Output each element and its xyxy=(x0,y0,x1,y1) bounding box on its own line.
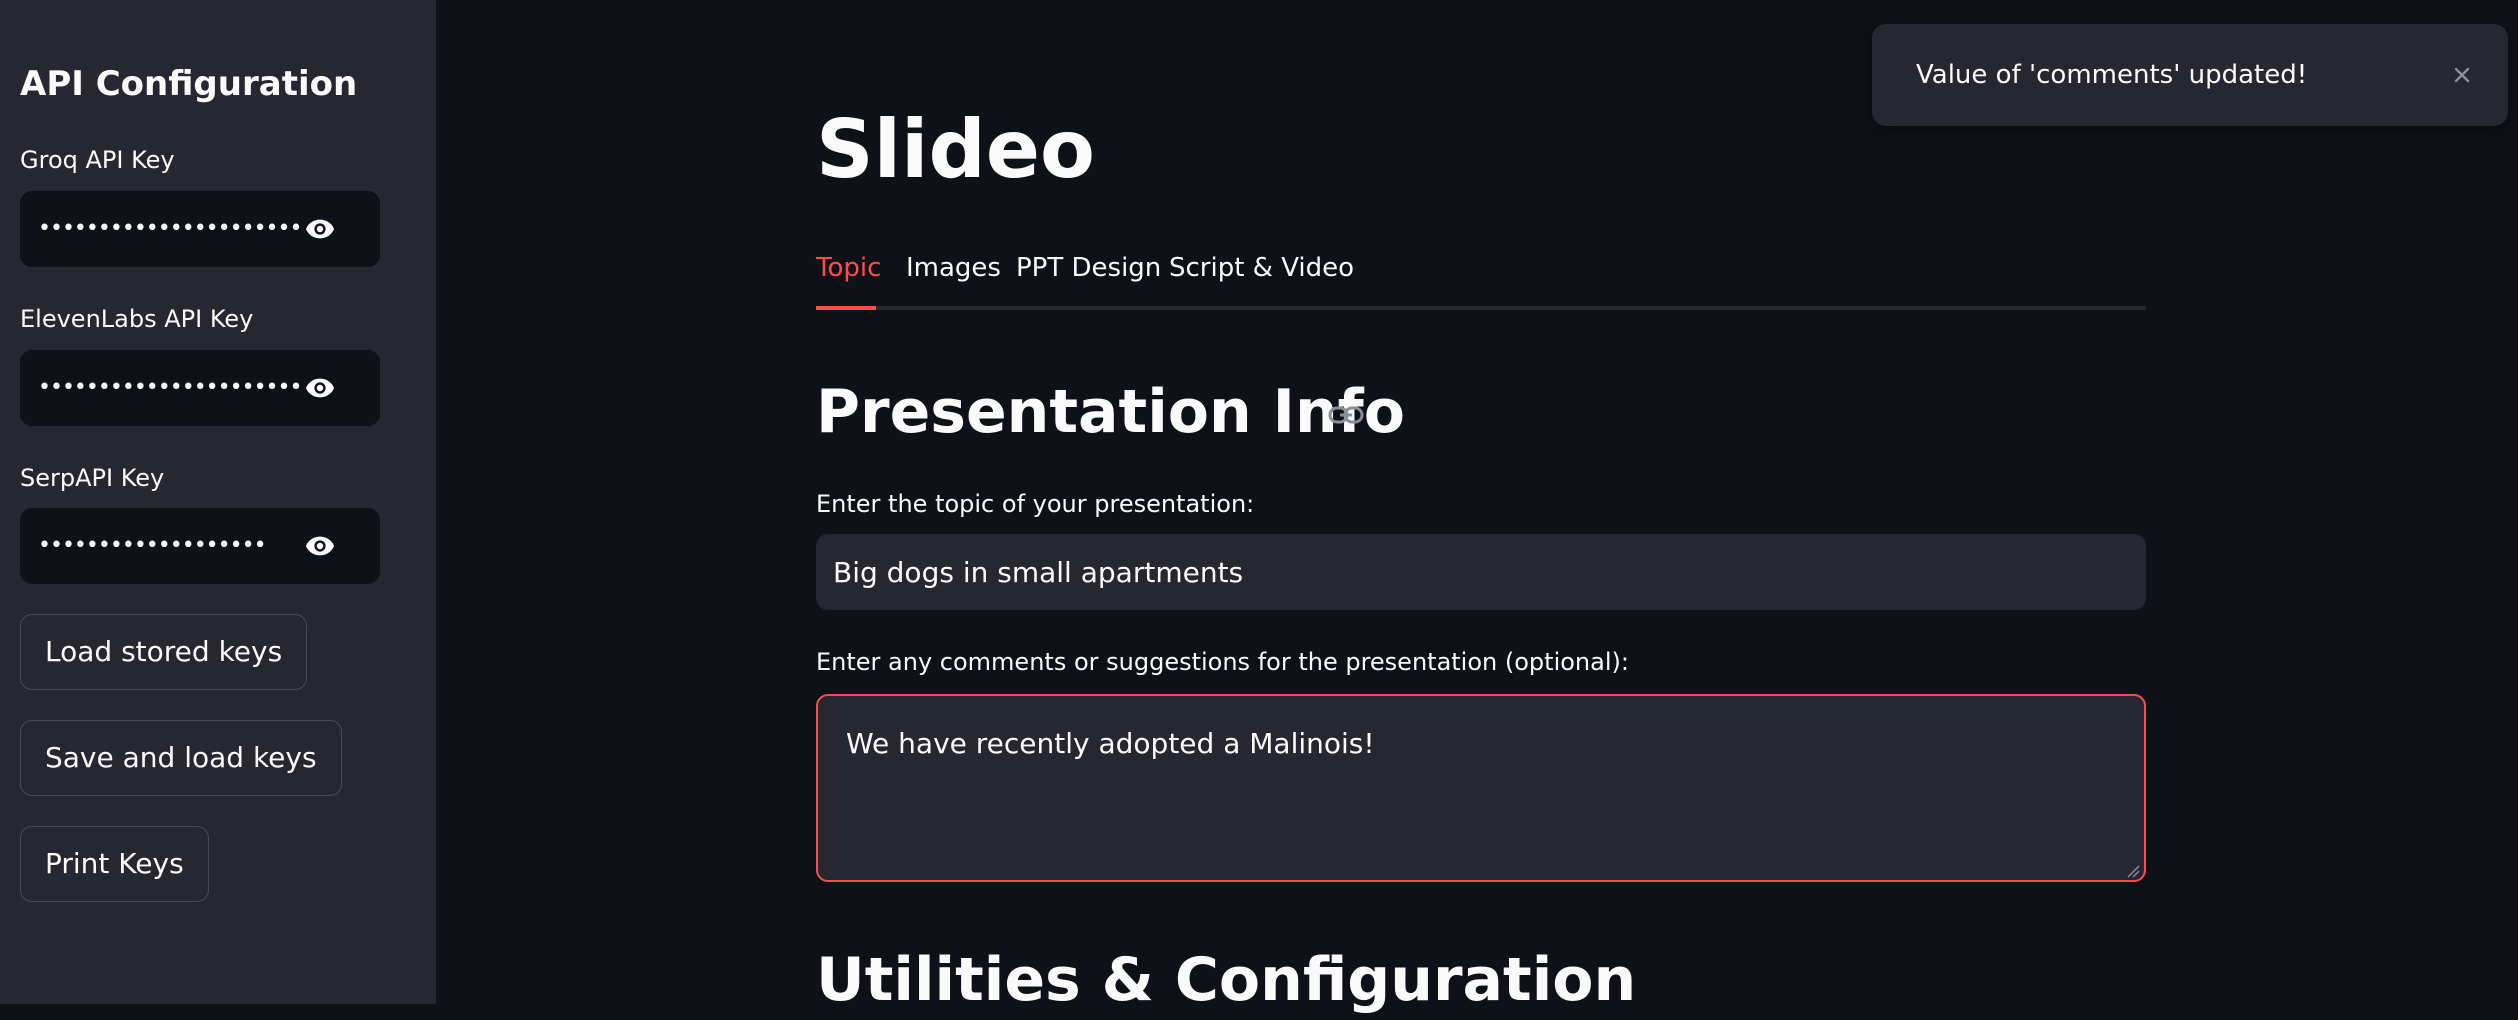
tab-images[interactable]: Images xyxy=(906,246,1001,306)
section-title-utilities: Utilities & Configuration xyxy=(816,945,1637,1015)
sidebar-title: API Configuration xyxy=(20,64,358,104)
sidebar: API Configuration Groq API Key •••••••••… xyxy=(0,0,436,1004)
print-keys-button[interactable]: Print Keys xyxy=(20,826,209,902)
elevenlabs-key-label: ElevenLabs API Key xyxy=(20,305,254,333)
app-title: Slideo xyxy=(816,103,1095,196)
section-title-presentation-info: Presentation Info xyxy=(816,377,1405,447)
active-tab-indicator xyxy=(816,306,876,310)
link-icon[interactable] xyxy=(1328,402,1364,428)
comments-textarea[interactable]: We have recently adopted a Malinois! xyxy=(816,694,2146,882)
eye-icon[interactable] xyxy=(300,530,340,562)
serpapi-key-input[interactable]: ••••••••••••••••••• xyxy=(20,508,380,584)
close-icon[interactable] xyxy=(2448,61,2476,89)
serpapi-key-label: SerpAPI Key xyxy=(20,464,165,492)
toast-message: Value of 'comments' updated! xyxy=(1916,60,2308,90)
resize-handle-icon[interactable] xyxy=(2126,864,2140,878)
comments-label: Enter any comments or suggestions for th… xyxy=(816,648,1629,676)
groq-key-label: Groq API Key xyxy=(20,146,175,174)
toast-notification: Value of 'comments' updated! xyxy=(1872,24,2508,126)
load-stored-keys-button[interactable]: Load stored keys xyxy=(20,614,308,690)
elevenlabs-key-masked-value: •••••••••••••••••••••• xyxy=(38,375,302,400)
eye-icon[interactable] xyxy=(300,213,340,245)
topic-label: Enter the topic of your presentation: xyxy=(816,490,1255,518)
tab-bar: Topic Images PPT Design Script & Video xyxy=(816,246,2146,310)
serpapi-key-masked-value: ••••••••••••••••••• xyxy=(38,533,267,558)
topic-input[interactable] xyxy=(816,534,2146,610)
eye-icon[interactable] xyxy=(300,372,340,404)
elevenlabs-key-input[interactable]: •••••••••••••••••••••• xyxy=(20,350,380,426)
tab-ppt-design[interactable]: PPT Design xyxy=(1016,246,1161,306)
tab-script-video[interactable]: Script & Video xyxy=(1169,246,1354,306)
save-and-load-keys-button[interactable]: Save and load keys xyxy=(20,720,342,796)
tab-topic[interactable]: Topic xyxy=(816,246,882,310)
groq-key-masked-value: •••••••••••••••••••••• xyxy=(38,216,302,241)
groq-key-input[interactable]: •••••••••••••••••••••• xyxy=(20,191,380,267)
tab-topic-label: Topic xyxy=(816,253,882,283)
